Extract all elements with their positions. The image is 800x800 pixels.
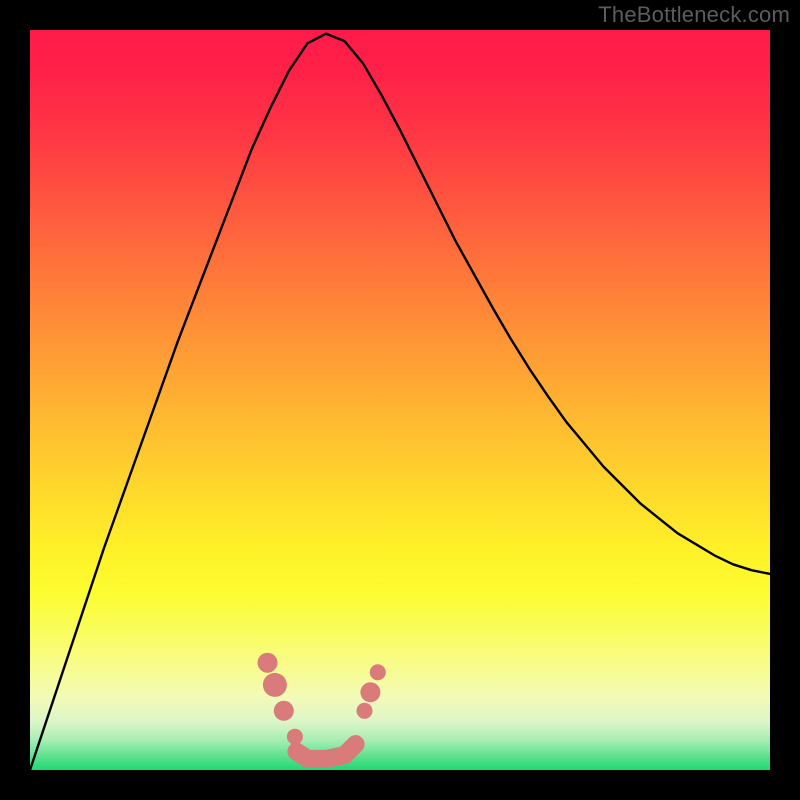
curve-marker — [263, 673, 287, 697]
curve-marker — [258, 653, 278, 673]
plot-area — [30, 30, 770, 770]
curve-marker — [274, 701, 294, 721]
curve-marker — [370, 664, 386, 680]
curve-marker — [357, 703, 373, 719]
curve-marker — [287, 729, 303, 745]
bottleneck-curve — [30, 30, 770, 770]
watermark-text: TheBottleneck.com — [598, 2, 790, 28]
chart-frame: TheBottleneck.com — [0, 0, 800, 800]
curve-marker — [360, 682, 380, 702]
